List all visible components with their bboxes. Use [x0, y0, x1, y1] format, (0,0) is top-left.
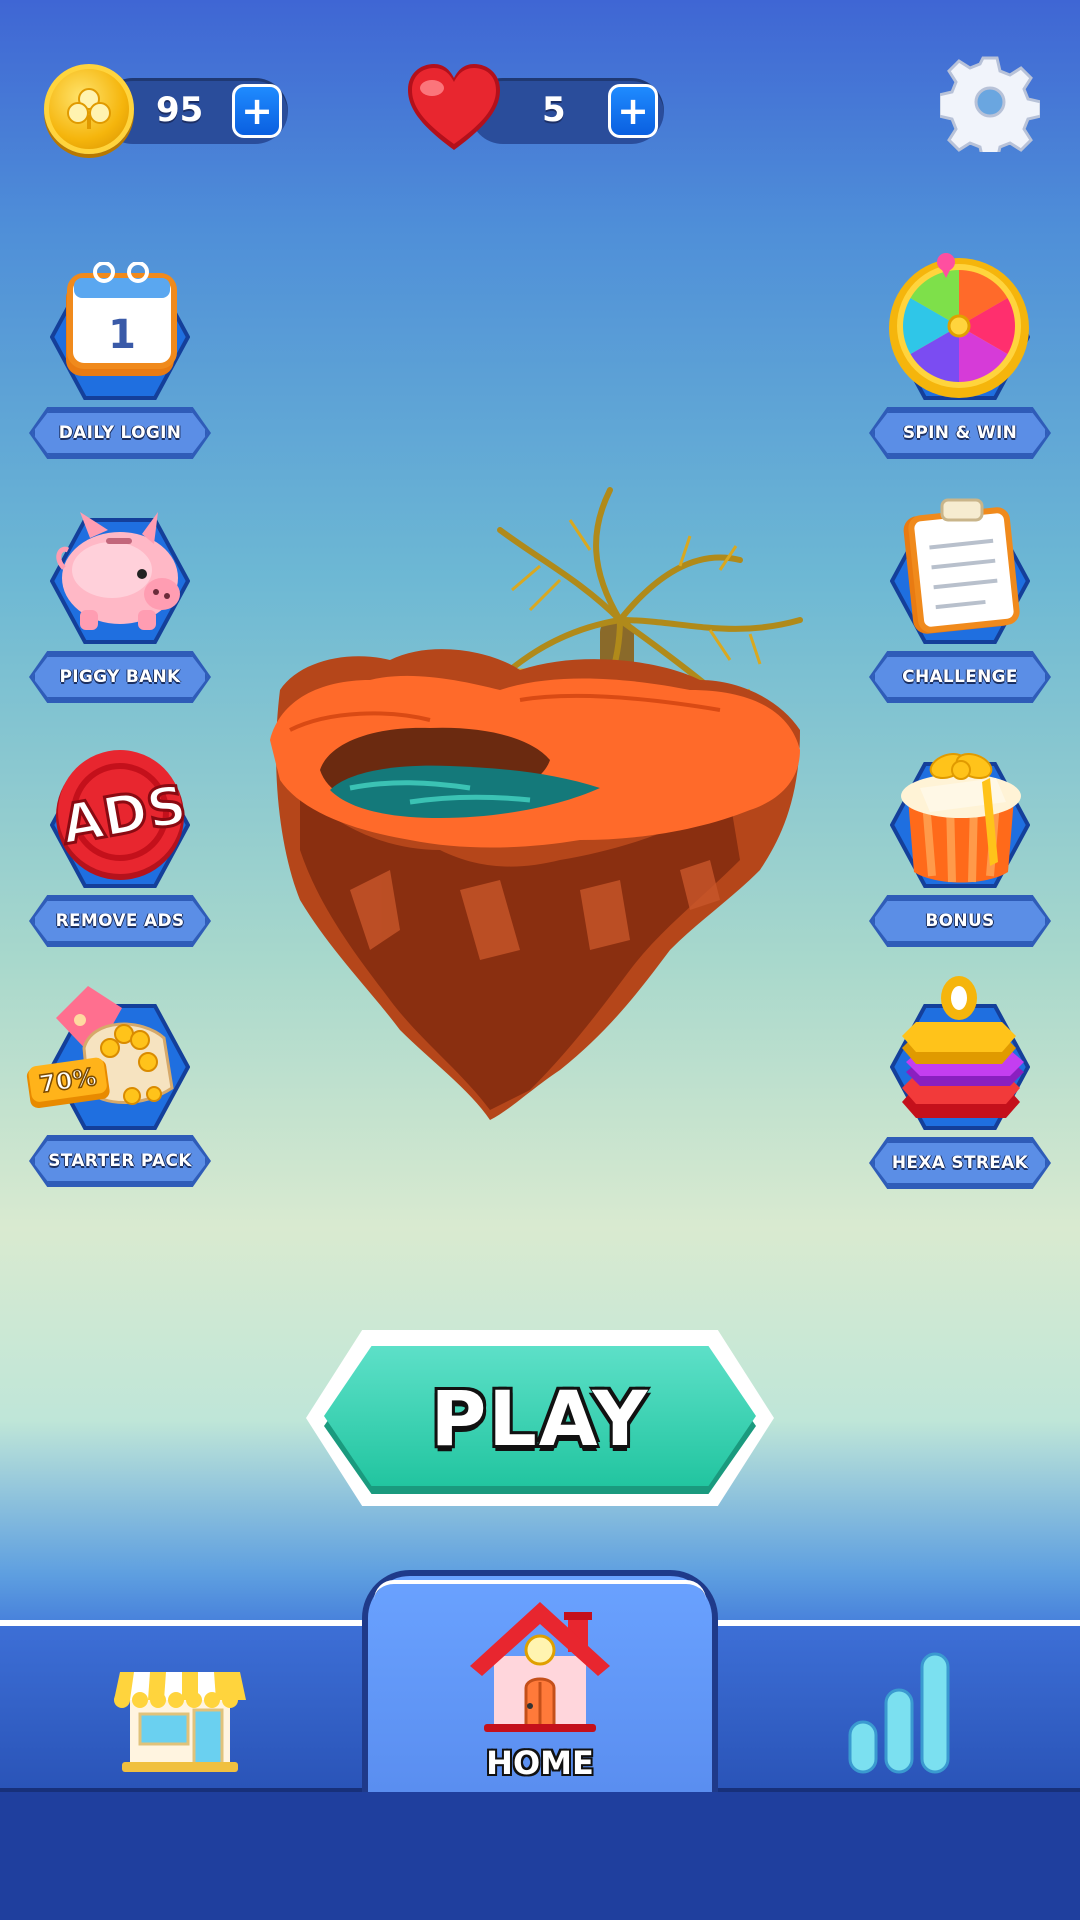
hexa-stack-icon: [902, 976, 1024, 1118]
leaderboard-icon: [848, 1652, 950, 1774]
bonus-label: BONUS: [872, 898, 1048, 944]
nav-shop[interactable]: [100, 1650, 260, 1780]
bonus-button[interactable]: BONUS: [869, 750, 1051, 950]
lives-count: 5: [542, 90, 566, 130]
coin-count: 95: [156, 90, 204, 130]
prize-wheel-icon: [889, 253, 1029, 398]
piggy-bank-label: PIGGY BANK: [32, 654, 208, 700]
ads-icon: ADS: [55, 750, 190, 880]
floating-island-illustration: [270, 487, 803, 1120]
gift-box-icon: [901, 752, 1021, 883]
piggy-bank-icon: [56, 512, 180, 630]
spin-and-win-button[interactable]: SPIN & WIN: [869, 253, 1051, 462]
nav-leaderboard[interactable]: [840, 1640, 960, 1780]
coin-icon: [44, 64, 134, 154]
bottom-navigation: HOME: [0, 1570, 1080, 1920]
clipboard-icon: [903, 498, 1020, 634]
gear-icon[interactable]: [940, 52, 1040, 152]
starter-pack-label: STARTER PACK: [32, 1138, 208, 1184]
heart-icon: [408, 64, 500, 150]
nav-home-tab[interactable]: HOME: [362, 1570, 718, 1792]
top-bar: 95 + 5 +: [0, 0, 1080, 200]
shop-icon: [114, 1672, 246, 1772]
hexa-streak-button[interactable]: HEXA STREAK: [869, 976, 1051, 1192]
play-button-label: PLAY: [430, 1374, 650, 1463]
home-icon: [470, 1602, 610, 1732]
spin-and-win-label: SPIN & WIN: [872, 410, 1048, 456]
remove-ads-button[interactable]: ADS REMOVE ADS: [29, 750, 211, 950]
piggy-bank-button[interactable]: PIGGY BANK: [29, 506, 211, 706]
add-coins-button[interactable]: +: [232, 84, 282, 138]
challenge-label: CHALLENGE: [872, 654, 1048, 700]
calendar-icon: 1: [66, 262, 177, 376]
hexa-streak-label: HEXA STREAK: [872, 1140, 1048, 1186]
starter-pack-button[interactable]: 70% STARTER PACK: [26, 986, 211, 1192]
play-button[interactable]: PLAY: [306, 1330, 774, 1506]
challenge-button[interactable]: CHALLENGE: [869, 498, 1051, 706]
add-lives-button[interactable]: +: [608, 84, 658, 138]
nav-home-label: HOME: [486, 1744, 594, 1782]
nav-floor: [0, 1788, 1080, 1920]
starter-pack-icon: 70%: [26, 986, 174, 1109]
daily-login-button[interactable]: 1 DAILY LOGIN: [29, 262, 211, 462]
calendar-day-text: 1: [108, 312, 136, 358]
remove-ads-label: REMOVE ADS: [32, 898, 208, 944]
daily-login-label: DAILY LOGIN: [32, 410, 208, 456]
